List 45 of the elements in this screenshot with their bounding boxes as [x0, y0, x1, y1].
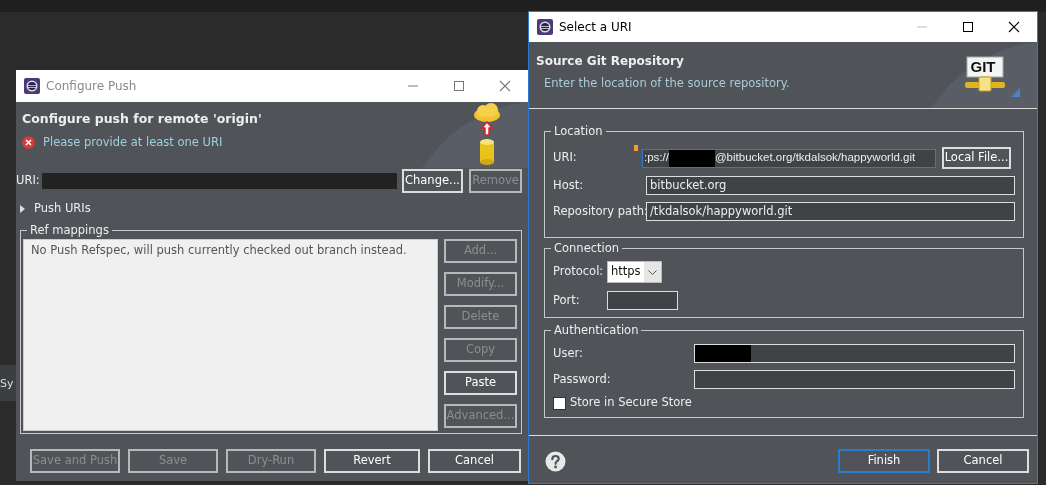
git-logo-text: GIT: [969, 58, 997, 76]
user-label: User:: [553, 344, 584, 362]
dialog-button[interactable]: Revert: [324, 449, 420, 473]
password-label: Password:: [553, 370, 612, 388]
error-message: Please provide at least one URI: [43, 133, 223, 151]
app-icon: [537, 19, 553, 35]
uri-field[interactable]: [42, 173, 397, 189]
uri-label: URI:: [16, 172, 41, 190]
push-uris-toggle[interactable]: Push URIs: [16, 198, 91, 220]
git-logo-icon: [965, 55, 1021, 99]
app-icon: [24, 78, 40, 94]
repository-path-field[interactable]: /tkdalsok/happyworld.git: [646, 202, 1015, 221]
password-field[interactable]: [694, 370, 1015, 389]
host-field[interactable]: bitbucket.org: [646, 176, 1015, 195]
expand-arrow-icon: [20, 205, 26, 213]
uri-field[interactable]: :ps:// @bitbucket.org/tkdalsok/happyworld.git: [642, 148, 936, 168]
host-label: Host:: [553, 176, 585, 194]
error-icon: [22, 135, 35, 149]
store-checkbox[interactable]: Store in Secure Store: [553, 396, 692, 410]
background-text: Sy: [0, 376, 14, 392]
change-button[interactable]: Change...: [402, 169, 463, 193]
group-legend: Ref mappings: [27, 222, 112, 238]
user-field[interactable]: [694, 344, 1015, 363]
port-field[interactable]: [607, 291, 678, 310]
window-title: Configure Push: [46, 78, 138, 95]
protocol-dropdown[interactable]: https: [607, 261, 662, 283]
local-file-button[interactable]: Local File...: [942, 147, 1011, 169]
dialog-heading: Configure push for remote 'origin': [22, 110, 262, 128]
chevron-down-icon: [648, 269, 657, 275]
dialog-button[interactable]: Cancel: [428, 449, 521, 473]
refspec-button[interactable]: Paste: [444, 371, 517, 395]
wizard-heading: Source Git Repository: [536, 53, 684, 70]
port-label: Port:: [553, 291, 581, 309]
repository-path-label: Repository path:: [553, 202, 646, 220]
protocol-label: Protocol:: [553, 263, 605, 281]
wizard-description: Enter the location of the source repository.: [544, 75, 790, 93]
uri-label: URI:: [553, 149, 578, 167]
empty-list-message: No Push Refspec, will push currently checked out branch instead.: [31, 242, 407, 259]
help-icon[interactable]: [545, 450, 566, 472]
maximize-icon[interactable]: [962, 21, 974, 33]
window-title: Select a URI: [559, 19, 633, 36]
cancel-button[interactable]: Cancel: [937, 449, 1029, 473]
info-marker-icon: [634, 145, 638, 151]
close-icon[interactable]: [1008, 21, 1020, 33]
finish-button[interactable]: Finish: [838, 449, 930, 473]
